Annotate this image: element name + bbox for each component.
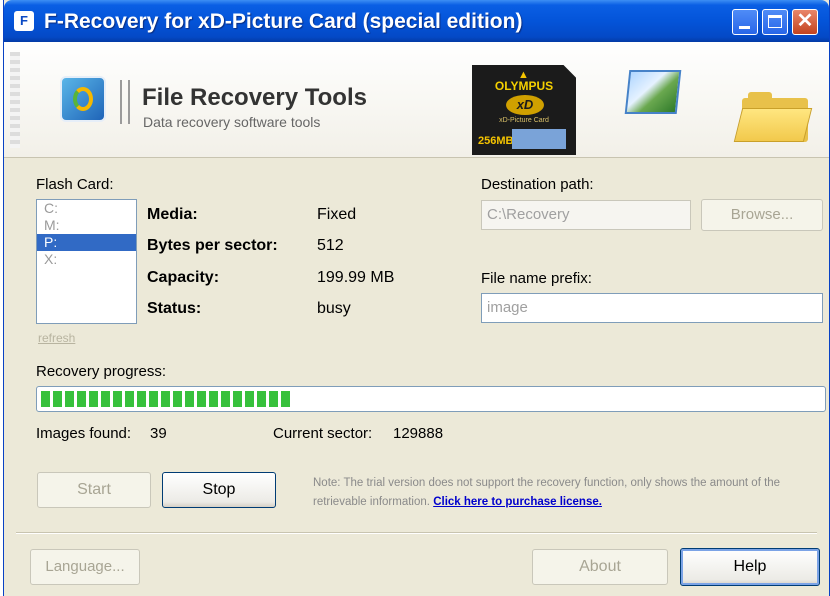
drive-item-x[interactable]: X: (37, 251, 136, 268)
current-sector-label: Current sector: (273, 425, 373, 442)
brand-title: File Recovery Tools (142, 84, 367, 111)
card-logo: xD (506, 95, 544, 115)
recovery-progress-bar (36, 386, 826, 412)
images-found-label: Images found: (36, 425, 132, 442)
media-value: Fixed (317, 206, 357, 223)
destination-path-field[interactable]: C:\Recovery (481, 200, 691, 230)
banner-decoration (10, 52, 20, 148)
card-size: 256MB (478, 135, 514, 147)
purchase-license-link[interactable]: Click here to purchase license. (433, 496, 602, 508)
minimize-icon (739, 26, 750, 29)
recovery-progress-label: Recovery progress: (36, 363, 167, 380)
drive-item-m[interactable]: M: (37, 217, 136, 234)
drive-listbox[interactable]: C: M: P: X: (36, 199, 137, 324)
media-label: Media: (147, 206, 198, 223)
maximize-icon (768, 15, 782, 28)
file-recovery-logo-icon (60, 76, 106, 122)
card-brand: OLYMPUS (494, 79, 554, 93)
folder-icon (733, 92, 813, 142)
status-value: busy (317, 300, 351, 317)
file-name-prefix-label: File name prefix: (481, 270, 592, 287)
minimize-button[interactable] (732, 9, 758, 35)
close-icon: ✕ (796, 10, 814, 32)
progress-fill (41, 391, 291, 407)
app-icon[interactable]: F (14, 11, 34, 31)
window-title: F-Recovery for xD-Picture Card (special … (44, 10, 523, 33)
bytes-per-sector-label: Bytes per sector: (147, 237, 278, 254)
logo-divider (128, 80, 130, 124)
logo-divider (120, 80, 122, 124)
bytes-per-sector-value: 512 (317, 237, 344, 254)
destination-path-label: Destination path: (481, 176, 594, 193)
title-bar[interactable]: F F-Recovery for xD-Picture Card (specia… (4, 0, 829, 42)
close-button[interactable]: ✕ (792, 9, 818, 35)
card-sub: xD-Picture Card (499, 117, 549, 124)
header-banner: File Recovery Tools Data recovery softwa… (4, 42, 829, 158)
flash-card-label: Flash Card: (36, 176, 114, 193)
maximize-button[interactable] (762, 9, 788, 35)
stop-button[interactable]: Stop (162, 472, 276, 508)
current-sector-value: 129888 (393, 425, 444, 442)
drive-item-p[interactable]: P: (37, 234, 136, 251)
browse-button[interactable]: Browse... (701, 199, 823, 231)
images-found-value: 39 (150, 425, 167, 442)
language-button[interactable]: Language... (30, 549, 140, 585)
start-button[interactable]: Start (37, 472, 151, 508)
refresh-link[interactable]: refresh (38, 331, 75, 345)
drive-item-c[interactable]: C: (37, 200, 136, 217)
app-window: F F-Recovery for xD-Picture Card (specia… (3, 0, 830, 596)
trial-note: Note: The trial version does not support… (313, 474, 813, 512)
capacity-label: Capacity: (147, 269, 220, 286)
capacity-value: 199.99 MB (317, 269, 395, 286)
xd-card-icon: ▲ OLYMPUS xD xD-Picture Card 256MB (472, 65, 576, 155)
status-label: Status: (147, 300, 202, 317)
help-button[interactable]: Help (680, 548, 820, 586)
photo-icon (624, 70, 682, 114)
about-button[interactable]: About (532, 549, 668, 585)
file-name-prefix-field[interactable]: image (481, 293, 823, 323)
brand-subtitle: Data recovery software tools (143, 114, 321, 130)
footer-divider (16, 532, 817, 534)
